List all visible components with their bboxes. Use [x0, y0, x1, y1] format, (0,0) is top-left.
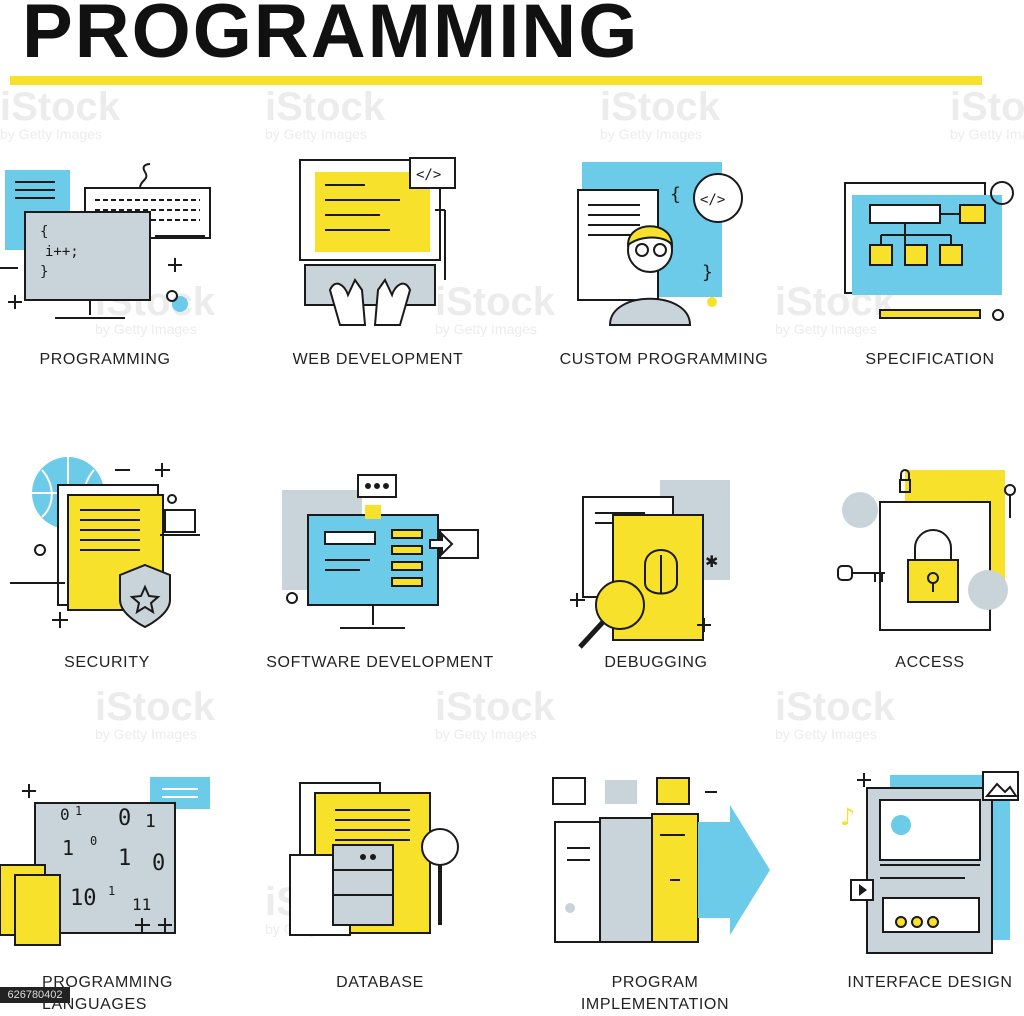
svg-text:}: }: [702, 262, 713, 283]
svg-text:</>: </>: [416, 167, 441, 183]
debugging-icon: ✱: [570, 480, 730, 649]
watermark: iStockby Getty Images: [775, 685, 896, 742]
label-web-development: WEB DEVELOPMENT: [292, 351, 464, 368]
specification-icon: [844, 181, 1014, 321]
svg-text:1: 1: [118, 846, 131, 871]
svg-text:0: 0: [118, 806, 131, 831]
watermark: iStockby Getty Images: [265, 85, 386, 142]
label-debugging: DEBUGGING: [604, 654, 708, 671]
page-title: PROGRAMMING: [22, 0, 640, 74]
svg-text:0: 0: [60, 805, 70, 824]
label-interface-design: INTERFACE DESIGN: [847, 974, 1013, 991]
title-underline: [10, 76, 982, 85]
access-icon: [837, 469, 1016, 631]
label-programming-languages: PROGRAMMING LANGUAGES: [42, 972, 242, 1016]
watermark: iStockby Getty Images: [95, 685, 216, 742]
svg-text:11: 11: [132, 895, 151, 914]
stock-id-badge: 626780402: [0, 987, 70, 1003]
svg-text:i++;: i++;: [45, 244, 79, 260]
watermark: iStockby Getty Images: [0, 85, 121, 142]
svg-text:{: {: [40, 224, 48, 240]
label-program-implementation: PROGRAM IMPLEMENTATION: [580, 974, 730, 1013]
svg-text:1: 1: [75, 804, 82, 818]
watermark: iStockby Getty Images: [950, 85, 1024, 142]
label-security: SECURITY: [64, 654, 150, 671]
security-icon: [10, 457, 200, 629]
custom-programming-icon: </> { }: [577, 162, 743, 326]
svg-text:}: }: [40, 264, 48, 280]
watermark: iStockby Getty Images: [435, 685, 556, 742]
label-custom-programming: CUSTOM PROGRAMMING: [559, 351, 769, 368]
label-database: DATABASE: [336, 974, 424, 991]
label-specification: SPECIFICATION: [865, 351, 995, 368]
label-software-development: SOFTWARE DEVELOPMENT: [266, 654, 494, 671]
database-icon: [289, 782, 459, 936]
programming-languages-icon: 0101 1 01 0 10 111: [0, 777, 210, 946]
label-programming: PROGRAMMING: [39, 351, 171, 368]
svg-text:</>: </>: [700, 192, 725, 208]
svg-text:{: {: [670, 184, 681, 205]
programming-icon: { i++; }: [0, 163, 211, 319]
web-development-icon: </>: [299, 157, 456, 326]
program-implementation-icon: [552, 777, 770, 943]
svg-text:♪: ♪: [840, 803, 855, 831]
svg-text:1: 1: [62, 836, 74, 860]
svg-text:0: 0: [90, 834, 97, 848]
watermark: iStockby Getty Images: [600, 85, 721, 142]
svg-text:0: 0: [152, 851, 165, 876]
software-development-icon: [282, 474, 479, 629]
svg-text:10: 10: [70, 886, 97, 911]
svg-text:1: 1: [108, 884, 115, 898]
svg-text:✱: ✱: [705, 552, 718, 571]
svg-text:1: 1: [145, 811, 156, 832]
label-access: ACCESS: [895, 654, 965, 671]
interface-design-icon: ♪: [840, 771, 1019, 954]
